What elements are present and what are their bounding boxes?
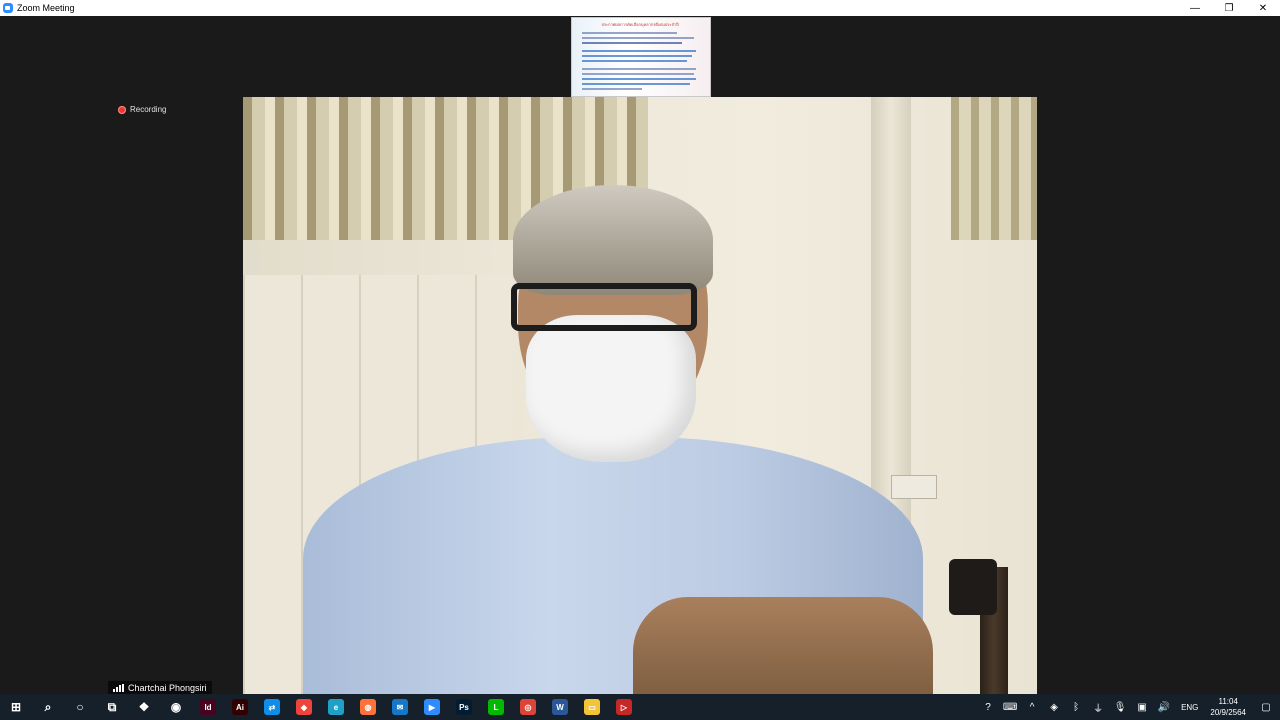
taskbar-apps: ⊞ ⌕ ○ ⧉ ❖ ◉ Id Ai ⇄ ◆ e ◍ ✉ ▶ Ps L ◎ W ▭ ▷	[0, 694, 640, 720]
chrome-icon[interactable]: ◎	[512, 694, 544, 720]
file-explorer-icon-glyph: ▭	[584, 699, 600, 715]
app-circle-icon[interactable]: ◉	[160, 694, 192, 720]
help-icon[interactable]: ?	[977, 694, 999, 720]
word-icon[interactable]: W	[544, 694, 576, 720]
notifications-icon[interactable]: ▢	[1252, 694, 1280, 720]
person-arms	[633, 597, 933, 694]
zoom-icon[interactable]: ▶	[416, 694, 448, 720]
participant-video	[243, 97, 1037, 694]
video-player-icon-glyph: ▷	[616, 699, 632, 715]
mail-icon[interactable]: ✉	[384, 694, 416, 720]
text-line	[582, 50, 696, 52]
cortana-icon[interactable]: ○	[64, 694, 96, 720]
text-line	[582, 83, 690, 85]
clock-date: 20/9/2564	[1210, 708, 1246, 717]
illustrator-icon[interactable]: Ai	[224, 694, 256, 720]
text-line	[582, 88, 642, 90]
zoom-icon-glyph: ▶	[424, 699, 440, 715]
chevron-up-icon[interactable]: ^	[1021, 694, 1043, 720]
photoshop-icon[interactable]: Ps	[448, 694, 480, 720]
windows-taskbar: ⊞ ⌕ ○ ⧉ ❖ ◉ Id Ai ⇄ ◆ e ◍ ✉ ▶ Ps L ◎ W ▭ ▷ ? ⌨ ^ ◈ ᛒ ⏚ 🎙 ▣ 🔊 ENG 11…	[0, 694, 1280, 720]
clock-time: 11:04	[1218, 697, 1238, 706]
recording-label: Recording	[130, 105, 167, 114]
search-icon[interactable]: ⌕	[32, 694, 64, 720]
text-line	[582, 68, 696, 70]
guitar-headstock	[949, 559, 997, 615]
participant-name-tag: Chartchai Phongsiri	[108, 681, 212, 694]
mail-icon-glyph: ✉	[392, 699, 408, 715]
task-view-icon-glyph: ⧉	[107, 699, 117, 714]
tray-icons: ? ⌨ ^ ◈ ᛒ ⏚ 🎙 ▣ 🔊	[977, 694, 1175, 720]
anydesk-icon[interactable]: ◆	[288, 694, 320, 720]
start-button[interactable]: ⊞	[0, 694, 32, 720]
text-line	[582, 73, 694, 75]
person-hair	[513, 185, 713, 295]
text-line	[582, 60, 687, 62]
start-button-glyph: ⊞	[10, 700, 22, 714]
bluetooth-icon[interactable]: ᛒ	[1065, 694, 1087, 720]
cortana-icon-glyph: ○	[76, 700, 84, 714]
network-icon[interactable]: ▣	[1131, 694, 1153, 720]
line-icon[interactable]: L	[480, 694, 512, 720]
meeting-stage: ประกาศผลการคัดเลือกบุคลากรดีเด่นประจำปี …	[0, 16, 1280, 694]
search-icon-glyph: ⌕	[44, 699, 52, 714]
edge-icon-glyph: e	[328, 699, 344, 715]
system-tray: ? ⌨ ^ ◈ ᛒ ⏚ 🎙 ▣ 🔊 ENG 11:04 20/9/2564 ▢	[977, 694, 1280, 720]
dropbox-icon[interactable]: ❖	[128, 694, 160, 720]
shared-screen-thumbnail[interactable]: ประกาศผลการคัดเลือกบุคลากรดีเด่นประจำปี	[571, 17, 711, 97]
text-line	[582, 37, 694, 39]
line-icon-glyph: L	[488, 699, 504, 715]
minimize-button[interactable]: —	[1178, 0, 1212, 16]
restore-button[interactable]: ❐	[1212, 0, 1246, 16]
tray-app-icon[interactable]: ◈	[1043, 694, 1065, 720]
shared-screen-heading: ประกาศผลการคัดเลือกบุคลากรดีเด่นประจำปี	[601, 22, 679, 27]
teamviewer-icon-glyph: ⇄	[264, 699, 280, 715]
microphone-icon[interactable]: 🎙	[1109, 694, 1131, 720]
teamviewer-icon[interactable]: ⇄	[256, 694, 288, 720]
text-line	[582, 78, 696, 80]
recording-icon	[118, 105, 126, 114]
recording-indicator: Recording	[118, 105, 166, 114]
firefox-icon[interactable]: ◍	[352, 694, 384, 720]
zoom-app-icon	[3, 3, 13, 13]
video-player-icon[interactable]: ▷	[608, 694, 640, 720]
system-clock[interactable]: 11:04 20/9/2564	[1204, 696, 1252, 718]
usb-icon[interactable]: ⏚	[1087, 694, 1109, 720]
word-icon-glyph: W	[552, 699, 568, 715]
dropbox-icon-glyph: ❖	[138, 700, 150, 714]
wall-outlet	[891, 475, 937, 499]
indesign-icon-glyph: Id	[200, 699, 216, 715]
face-mask	[526, 315, 696, 462]
signal-bars-icon	[113, 683, 124, 692]
keyboard-icon[interactable]: ⌨	[999, 694, 1021, 720]
edge-icon[interactable]: e	[320, 694, 352, 720]
text-line	[582, 55, 692, 57]
anydesk-icon-glyph: ◆	[296, 699, 312, 715]
title-bar: Zoom Meeting — ❐ ✕	[0, 0, 1280, 16]
indesign-icon[interactable]: Id	[192, 694, 224, 720]
text-line	[582, 42, 682, 44]
language-indicator[interactable]: ENG	[1175, 703, 1204, 712]
close-button[interactable]: ✕	[1246, 0, 1280, 16]
text-line	[582, 32, 677, 34]
file-explorer-icon[interactable]: ▭	[576, 694, 608, 720]
task-view-icon[interactable]: ⧉	[96, 694, 128, 720]
eyeglasses	[511, 283, 697, 331]
window-title: Zoom Meeting	[17, 3, 75, 13]
curtain-right	[951, 97, 1037, 240]
firefox-icon-glyph: ◍	[360, 699, 376, 715]
chrome-icon-glyph: ◎	[520, 699, 536, 715]
illustrator-icon-glyph: Ai	[232, 699, 248, 715]
app-circle-icon-glyph: ◉	[170, 700, 182, 714]
volume-icon[interactable]: 🔊	[1153, 694, 1175, 720]
photoshop-icon-glyph: Ps	[456, 699, 472, 715]
participant-name: Chartchai Phongsiri	[128, 682, 207, 693]
